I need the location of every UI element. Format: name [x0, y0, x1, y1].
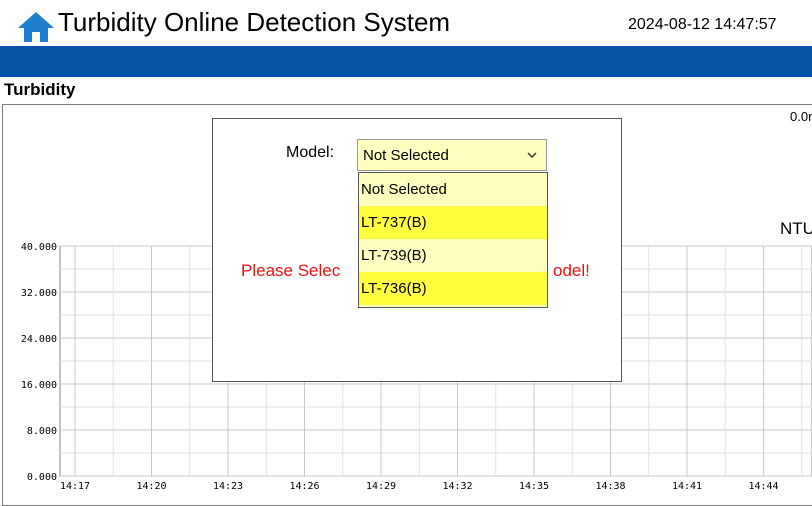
x-tick-label: 14:23 — [213, 481, 243, 492]
dropdown-option-lt-739b[interactable]: LT-739(B) — [359, 239, 547, 272]
x-tick-label: 14:29 — [366, 481, 396, 492]
y-tick-label: 8.000 — [27, 426, 57, 437]
y-tick-label: 32.000 — [21, 288, 57, 299]
x-tick-label: 14:26 — [289, 481, 319, 492]
model-select-value: Not Selected — [363, 147, 449, 164]
x-tick-label: 14:20 — [136, 481, 166, 492]
y-tick-label: 24.000 — [21, 334, 57, 345]
x-tick-label: 14:41 — [672, 481, 702, 492]
x-tick-label: 14:44 — [748, 481, 778, 492]
dropdown-option-lt-737b[interactable]: LT-737(B) — [359, 206, 547, 239]
y-tick-label: 16.000 — [21, 380, 57, 391]
x-tick-label: 14:17 — [60, 481, 90, 492]
model-dropdown-list: Not Selected LT-737(B) LT-739(B) LT-736(… — [358, 172, 548, 308]
model-select[interactable]: Not Selected — [357, 139, 547, 171]
error-message-left: Please Selec — [241, 261, 341, 280]
model-label: Model: — [286, 144, 335, 161]
x-tick-label: 14:32 — [442, 481, 472, 492]
error-message-right: odel! — [553, 261, 590, 280]
current-readout: 0.0mA — [790, 109, 812, 124]
unit-label: NTU — [780, 219, 812, 238]
dropdown-option-lt-736b[interactable]: LT-736(B) — [359, 272, 547, 305]
y-tick-label: 0.000 — [27, 472, 57, 483]
x-tick-label: 14:35 — [519, 481, 549, 492]
y-tick-label: 40.000 — [21, 242, 57, 253]
dropdown-option-not-selected[interactable]: Not Selected — [359, 173, 547, 206]
x-tick-label: 14:38 — [595, 481, 625, 492]
chevron-down-icon[interactable] — [526, 149, 538, 161]
